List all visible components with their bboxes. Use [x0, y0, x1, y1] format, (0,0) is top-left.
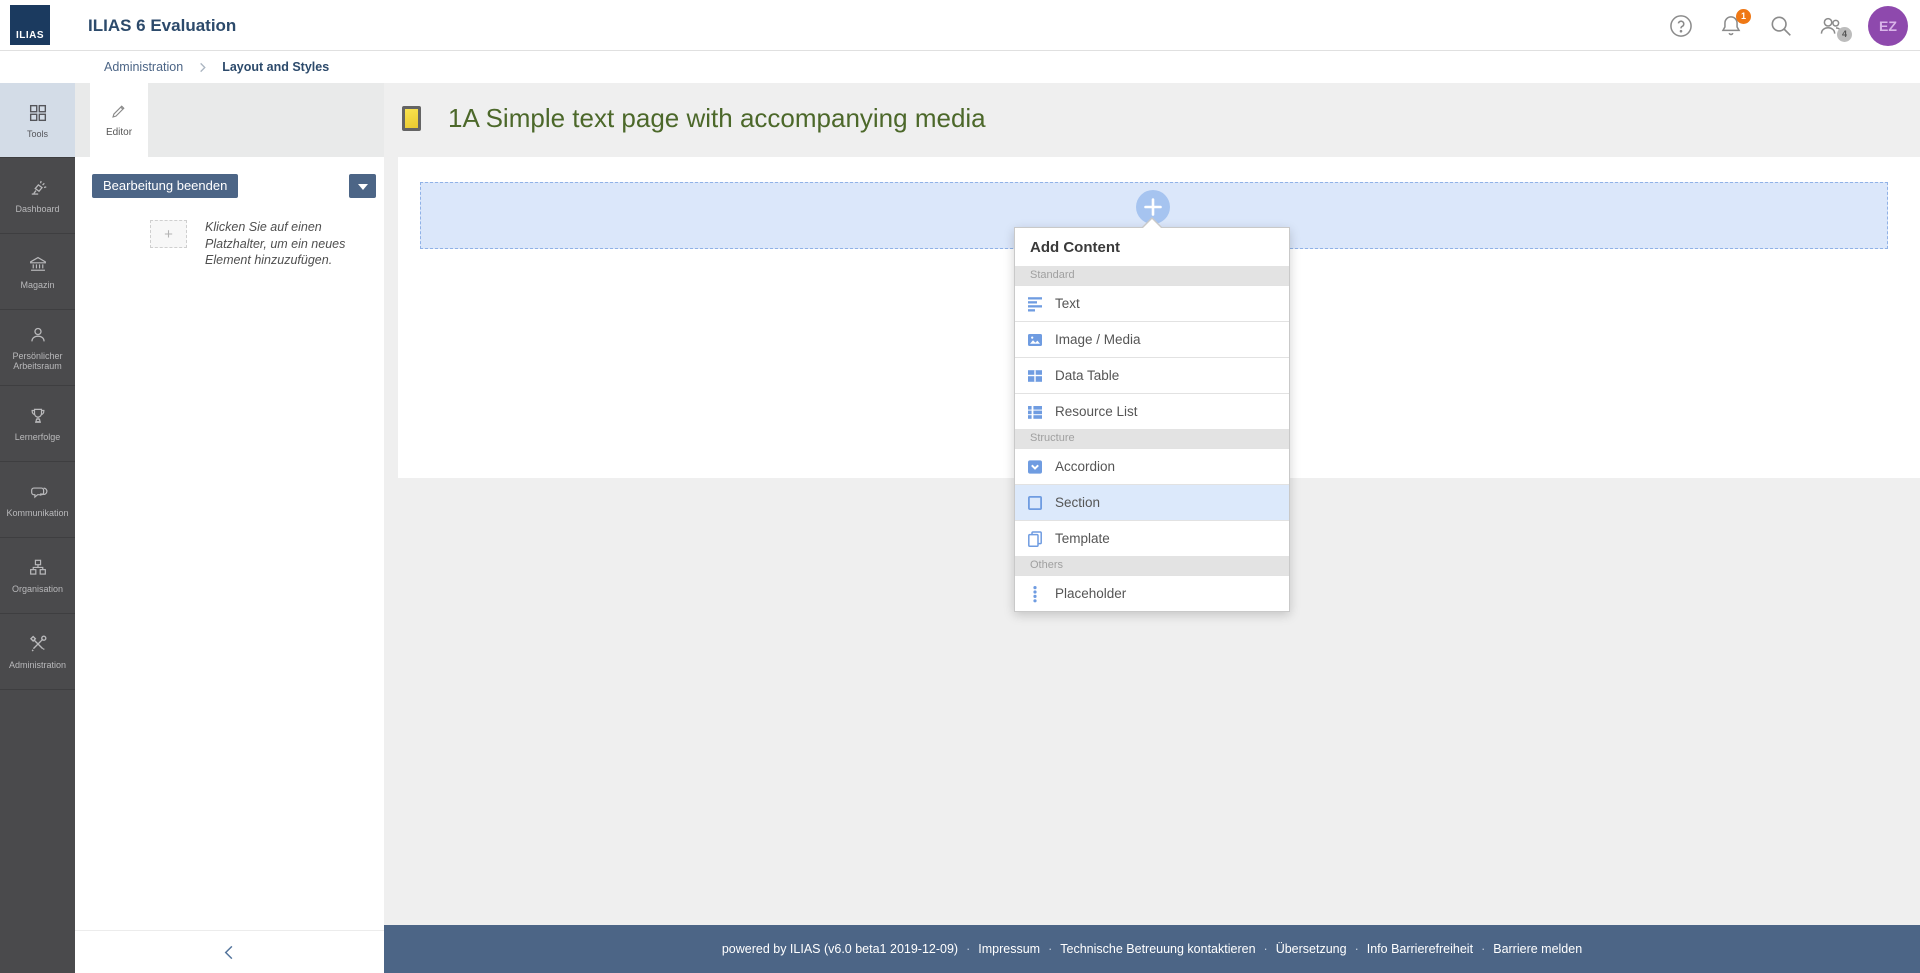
page-title: 1A Simple text page with accompanying me… [448, 103, 986, 134]
add-content-menu-title: Add Content [1015, 228, 1289, 266]
menu-item-resource-list[interactable]: Resource List [1015, 393, 1289, 429]
section-icon [1026, 494, 1044, 512]
menu-item-text[interactable]: Text [1015, 285, 1289, 321]
help-icon[interactable] [1668, 13, 1694, 39]
logo-text: ILIAS [16, 30, 44, 45]
menu-item-placeholder[interactable]: Placeholder [1015, 575, 1289, 611]
footer-separator: · [1481, 942, 1485, 956]
menu-item-section[interactable]: Section [1015, 484, 1289, 520]
editor-tab-strip: Editor [75, 83, 384, 157]
footer-link-impressum[interactable]: Impressum [978, 942, 1040, 956]
notifications-badge: 1 [1736, 9, 1751, 24]
finish-editing-button[interactable]: Bearbeitung beenden [92, 174, 238, 198]
plus-icon [1146, 200, 1161, 215]
footer-link-report-barrier[interactable]: Barriere melden [1493, 942, 1582, 956]
footer-separator: · [966, 942, 970, 956]
breadcrumb: Administration Layout and Styles [0, 51, 1920, 83]
notifications-bell-icon[interactable]: 1 [1718, 13, 1744, 39]
editor-side-panel: Editor Bearbeitung beenden + Klicken Sie… [75, 83, 384, 973]
sidebar-item-dashboard[interactable]: Dashboard [0, 158, 75, 234]
footer-separator: · [1355, 942, 1359, 956]
text-lines-icon [1026, 295, 1044, 313]
sidebar-item-label: Magazin [18, 280, 56, 290]
person-icon [27, 324, 49, 346]
footer-link-translation[interactable]: Übersetzung [1276, 942, 1347, 956]
sidebar-item-label: Kommunikation [4, 508, 70, 518]
menu-item-label: Data Table [1055, 368, 1119, 383]
footer-link-accessibility-info[interactable]: Info Barrierefreiheit [1367, 942, 1473, 956]
menu-item-template[interactable]: Template [1015, 520, 1289, 556]
chevron-left-icon [221, 944, 238, 961]
top-header: ILIAS ILIAS 6 Evaluation 1 4 EZ [0, 0, 1920, 51]
sidebar-item-label: Lernerfolge [13, 432, 63, 442]
ilias-logo[interactable]: ILIAS [10, 5, 50, 45]
chevron-right-icon [197, 62, 208, 73]
sidebar-item-label: Tools [25, 129, 50, 139]
menu-item-label: Section [1055, 495, 1100, 510]
sidebar-item-label: Dashboard [13, 204, 61, 214]
org-chart-icon [27, 557, 49, 579]
popover-arrow [1141, 217, 1163, 228]
sidebar-item-label: Persönlicher Arbeitsraum [0, 351, 75, 371]
trophy-icon [27, 405, 49, 427]
header-icon-bar: 1 4 EZ [1668, 0, 1908, 51]
menu-item-accordion[interactable]: Accordion [1015, 448, 1289, 484]
editor-hint-text: Klicken Sie auf einen Platzhalter, um ei… [205, 219, 360, 269]
collapse-panel-button[interactable] [75, 930, 384, 973]
main-sidebar: Tools Dashboard Magazin Persönlicher Arb… [0, 83, 75, 973]
menu-item-data-table[interactable]: Data Table [1015, 357, 1289, 393]
breadcrumb-administration[interactable]: Administration [104, 60, 183, 74]
powered-by-text: powered by ILIAS (v6.0 beta1 2019-12-09) [722, 942, 958, 956]
sidebar-item-lernerfolge[interactable]: Lernerfolge [0, 386, 75, 462]
menu-item-label: Resource List [1055, 404, 1138, 419]
crossed-tools-icon [27, 633, 49, 655]
footer-link-support[interactable]: Technische Betreuung kontaktieren [1060, 942, 1255, 956]
footer: powered by ILIAS (v6.0 beta1 2019-12-09)… [384, 925, 1920, 973]
page-head: 1A Simple text page with accompanying me… [402, 97, 986, 139]
search-icon[interactable] [1768, 13, 1794, 39]
menu-item-label: Image / Media [1055, 332, 1141, 347]
sidebar-item-personal-workspace[interactable]: Persönlicher Arbeitsraum [0, 310, 75, 386]
menu-section-structure: Structure [1015, 429, 1289, 448]
image-icon [1026, 331, 1044, 349]
tab-editor-label: Editor [106, 127, 132, 138]
menu-item-label: Accordion [1055, 459, 1115, 474]
app-title: ILIAS 6 Evaluation [88, 0, 236, 51]
avatar[interactable]: EZ [1868, 6, 1908, 46]
page-type-icon [402, 106, 421, 131]
table-icon [1026, 367, 1044, 385]
placeholder-sample-box[interactable]: + [150, 220, 187, 248]
menu-item-label: Placeholder [1055, 586, 1126, 601]
sidebar-item-label: Organisation [10, 584, 65, 594]
menu-item-label: Text [1055, 296, 1080, 311]
sidebar-item-label: Administration [7, 660, 68, 670]
footer-separator: · [1048, 942, 1052, 956]
bank-icon [27, 253, 49, 275]
sidebar-item-administration[interactable]: Administration [0, 614, 75, 690]
menu-section-standard: Standard [1015, 266, 1289, 285]
grid-icon [27, 102, 49, 124]
pencil-icon [110, 102, 128, 120]
speech-bubbles-icon [27, 481, 49, 503]
breadcrumb-layout-and-styles[interactable]: Layout and Styles [222, 60, 329, 74]
desk-lamp-icon [27, 177, 49, 199]
tab-editor[interactable]: Editor [90, 83, 148, 157]
sidebar-item-tools[interactable]: Tools [0, 83, 75, 158]
menu-section-others: Others [1015, 556, 1289, 575]
dropdown-caret-button[interactable] [349, 174, 376, 198]
accordion-icon [1026, 458, 1044, 476]
sidebar-item-organisation[interactable]: Organisation [0, 538, 75, 614]
online-users-icon[interactable]: 4 [1818, 13, 1844, 39]
placeholder-dots-icon [1026, 585, 1044, 603]
add-content-menu: Add Content Standard Text Image / Media … [1014, 227, 1290, 612]
sidebar-item-magazin[interactable]: Magazin [0, 234, 75, 310]
sidebar-item-kommunikation[interactable]: Kommunikation [0, 462, 75, 538]
menu-item-label: Template [1055, 531, 1110, 546]
menu-item-image-media[interactable]: Image / Media [1015, 321, 1289, 357]
list-icon [1026, 403, 1044, 421]
footer-separator: · [1264, 942, 1268, 956]
online-users-badge: 4 [1837, 27, 1852, 42]
template-icon [1026, 530, 1044, 548]
plus-glyph: + [164, 226, 173, 243]
